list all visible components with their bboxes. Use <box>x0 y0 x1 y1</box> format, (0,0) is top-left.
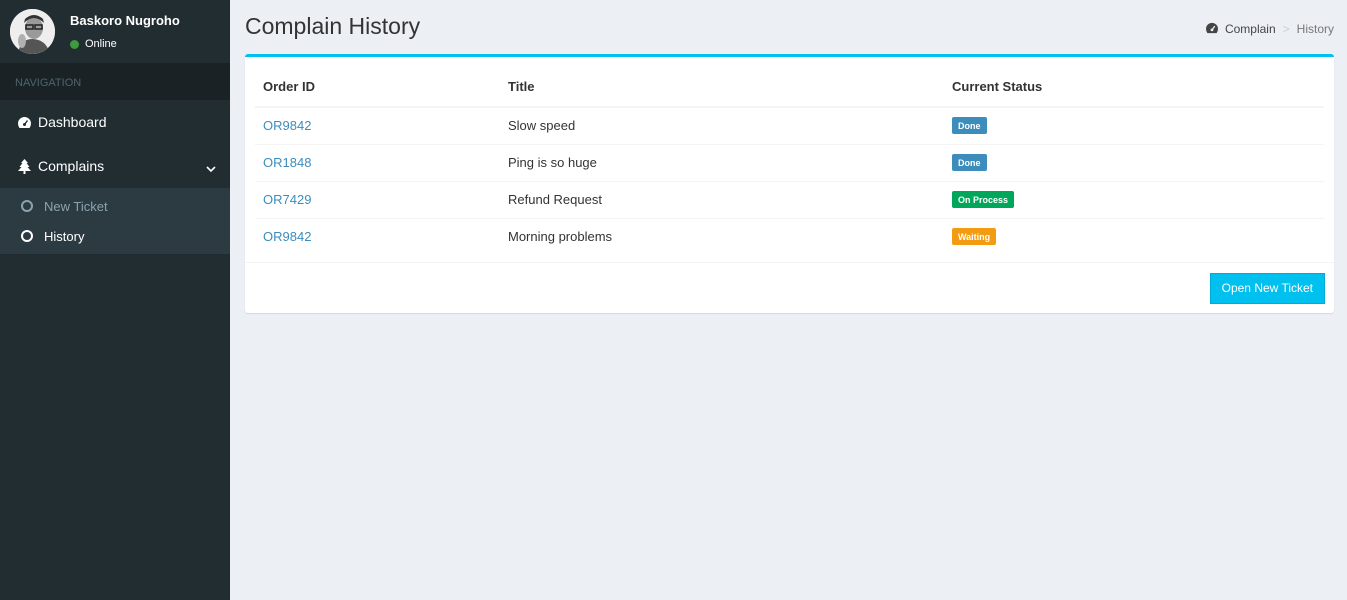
ticket-title: Slow speed <box>500 106 944 144</box>
sidebar: Baskoro Nugroho Online NAVIGATION Dashbo… <box>0 0 230 600</box>
sidebar-item-history[interactable]: History <box>0 221 230 251</box>
column-header-status: Current Status <box>944 67 1324 108</box>
sidebar-item-label: History <box>44 228 85 244</box>
chevron-down-icon <box>206 161 216 173</box>
box-footer: Open New Ticket <box>245 262 1334 313</box>
sidebar-item-label: Dashboard <box>38 114 107 130</box>
ticket-title: Morning problems <box>500 217 944 255</box>
table-row: OR9842 Slow speed Done <box>255 106 1324 144</box>
user-avatar[interactable] <box>10 9 55 54</box>
column-header-title: Title <box>500 67 944 108</box>
circle-icon <box>21 200 33 212</box>
ticket-title: Ping is so huge <box>500 143 944 181</box>
sidebar-item-complains[interactable]: Complains <box>0 144 230 188</box>
dashboard-icon <box>17 115 32 130</box>
sidebar-item-label: New Ticket <box>44 198 108 214</box>
order-id-link[interactable]: OR7429 <box>263 192 311 207</box>
sidebar-item-new-ticket[interactable]: New Ticket <box>0 191 230 221</box>
breadcrumb-current: History <box>1296 22 1334 36</box>
complains-submenu: New Ticket History <box>0 188 230 254</box>
complain-table: Order ID Title Current Status OR9842 Slo… <box>255 67 1324 255</box>
complain-history-box: Order ID Title Current Status OR9842 Slo… <box>245 54 1334 313</box>
table-row: OR9842 Morning problems Waiting <box>255 217 1324 255</box>
open-new-ticket-button[interactable]: Open New Ticket <box>1209 273 1325 304</box>
breadcrumb-link-complain[interactable]: Complain <box>1225 22 1276 36</box>
sidebar-item-label: Complains <box>38 158 105 174</box>
user-panel: Baskoro Nugroho Online <box>0 0 230 63</box>
table-row: OR7429 Refund Request On Process <box>255 180 1324 218</box>
sidebar-item-dashboard[interactable]: Dashboard <box>0 100 230 144</box>
order-id-link[interactable]: OR9842 <box>263 229 311 244</box>
order-id-link[interactable]: OR1848 <box>263 155 311 170</box>
table-header-row: Order ID Title Current Status <box>255 67 1324 108</box>
column-header-order-id: Order ID <box>255 67 500 108</box>
status-badge: Waiting <box>952 228 997 246</box>
nav-header: NAVIGATION <box>0 63 230 100</box>
page-title: Complain History <box>245 13 421 39</box>
dashboard-icon <box>1205 22 1219 36</box>
user-status-text: Online <box>85 38 117 50</box>
breadcrumb-separator: > <box>1282 22 1290 36</box>
status-badge: Done <box>952 154 987 171</box>
status-badge: Done <box>952 117 987 135</box>
tree-icon <box>17 158 32 174</box>
breadcrumb: Complain > History <box>1205 22 1334 36</box>
table-row: OR1848 Ping is so huge Done <box>255 143 1324 181</box>
ticket-title: Refund Request <box>500 180 944 218</box>
user-name: Baskoro Nugroho <box>70 13 180 28</box>
user-status: Online <box>70 38 117 50</box>
online-dot-icon <box>70 39 79 49</box>
status-badge: On Process <box>952 191 1015 208</box>
circle-icon <box>21 230 33 242</box>
order-id-link[interactable]: OR9842 <box>263 118 311 133</box>
